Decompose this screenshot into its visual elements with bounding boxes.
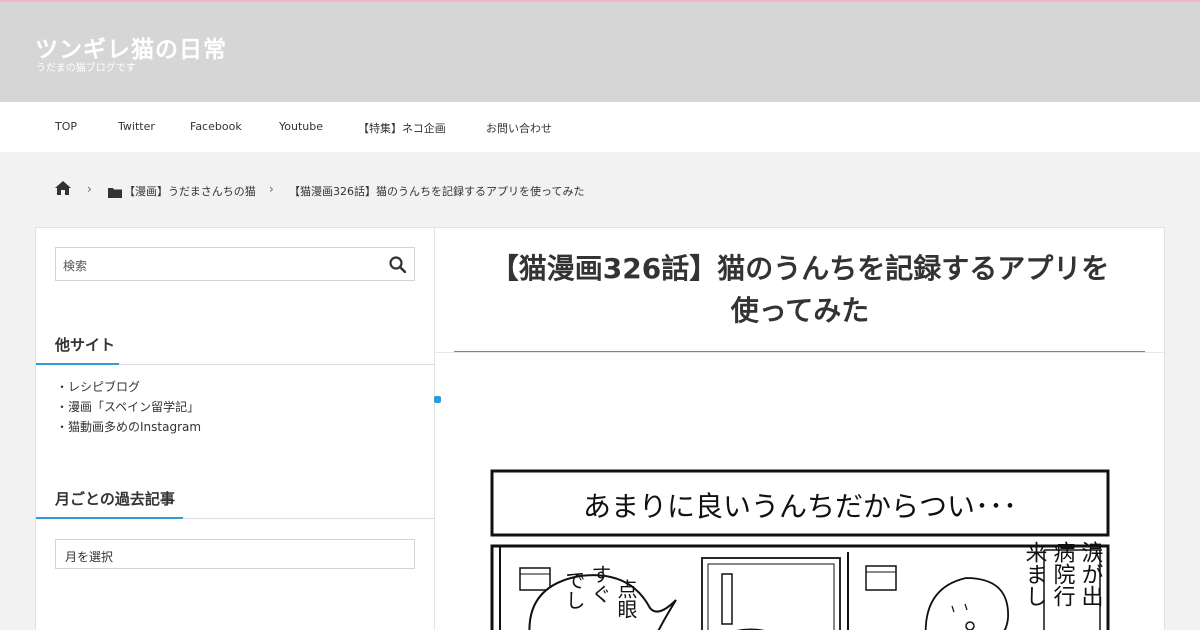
search-input[interactable]: 検索 — [55, 247, 415, 281]
folder-icon — [108, 183, 122, 202]
nav-item-top[interactable]: TOP — [55, 120, 77, 133]
nav-item-feature[interactable]: 【特集】ネコ企画 — [358, 120, 446, 136]
breadcrumb: › 【漫画】うだまさんちの猫 › 【猫漫画326話】猫のうんちを記録するアプリを… — [0, 152, 1200, 227]
nav-item-youtube[interactable]: Youtube — [279, 120, 323, 133]
widget-title-archive: 月ごとの過去記事 — [55, 490, 175, 508]
archive-select-label: 月を選択 — [65, 550, 114, 564]
comic-image: あまりに良いうんちだからつい･･･ 点眼 すぐ でし 涙が出 病院行 来まし — [490, 469, 1110, 630]
widget-accent-bar — [36, 517, 183, 519]
title-divider — [435, 352, 1164, 353]
site-description: うだまの猫ブログです — [36, 63, 136, 74]
nav-item-facebook[interactable]: Facebook — [190, 120, 242, 133]
slider-dot — [434, 396, 441, 403]
nav-item-contact[interactable]: お問い合わせ — [486, 120, 552, 136]
widget-accent-bar — [36, 363, 119, 365]
link-instagram[interactable]: ・猫動画多めのInstagram — [56, 418, 201, 435]
comic-text: すぐ — [588, 564, 612, 604]
link-spain-comic[interactable]: ・漫画「スペイン留学記」 — [56, 398, 199, 415]
link-recipe-blog[interactable]: ・レシピブログ — [56, 378, 140, 395]
post-title-line: 使ってみた — [730, 294, 870, 327]
comic-text: 病院行 — [1050, 541, 1076, 607]
widget-title-other-sites: 他サイト — [55, 336, 116, 354]
global-nav: TOP Twitter Facebook Youtube 【特集】ネコ企画 お問… — [0, 102, 1200, 152]
archive-month-select[interactable]: 月を選択 — [55, 539, 415, 569]
breadcrumb-category[interactable]: 【漫画】うだまさんちの猫 — [124, 183, 256, 199]
comic-caption: あまりに良いうんちだからつい･･･ — [583, 490, 1017, 523]
post-article: 【猫漫画326話】猫のうんちを記録するアプリを 使ってみた あまりに良いうんちだ… — [434, 227, 1165, 630]
search-placeholder: 検索 — [63, 259, 88, 273]
post-title: 【猫漫画326話】猫のうんちを記録するアプリを 使ってみた — [455, 248, 1145, 332]
chevron-right-icon: › — [87, 182, 92, 196]
sidebar: 検索 他サイト ・レシピブログ ・漫画「スペイン留学記」 ・猫動画多めのInst… — [35, 227, 435, 630]
comic-text: 来まし — [1022, 541, 1048, 607]
comic-text: 点眼 — [614, 579, 638, 619]
title-underline — [454, 351, 1145, 352]
post-title-line: 【猫漫画326話】猫のうんちを記録するアプリを — [490, 252, 1110, 285]
home-icon[interactable] — [55, 180, 71, 199]
chevron-right-icon: › — [269, 182, 274, 196]
nav-item-twitter[interactable]: Twitter — [118, 120, 155, 133]
search-icon[interactable] — [389, 256, 407, 277]
breadcrumb-current: 【猫漫画326話】猫のうんちを記録するアプリを使ってみた — [289, 185, 585, 198]
comic-text: でし — [562, 570, 586, 610]
comic-text: 涙が出 — [1078, 541, 1104, 607]
site-header: ツンギレ猫の日常 うだまの猫ブログです — [0, 2, 1200, 102]
